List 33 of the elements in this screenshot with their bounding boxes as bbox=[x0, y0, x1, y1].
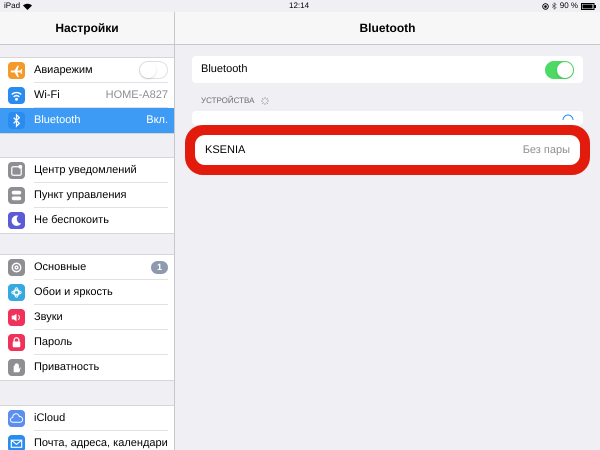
battery-percent: 90 % bbox=[560, 0, 578, 12]
item-label: Пункт управления bbox=[34, 188, 128, 203]
item-label: Обои и яркость bbox=[34, 284, 114, 300]
page-title: Bluetooth bbox=[360, 20, 416, 37]
device-name: iPad bbox=[4, 0, 20, 12]
item-value: HOME-A827 bbox=[106, 88, 168, 103]
item-label: iCloud bbox=[34, 410, 66, 426]
bluetooth-icon bbox=[552, 2, 557, 10]
item-label: Пароль bbox=[34, 334, 74, 350]
toggle-switch[interactable] bbox=[139, 61, 168, 79]
section-header: УСТРОЙСТВА bbox=[201, 95, 254, 107]
clock: 12:14 bbox=[289, 0, 310, 12]
item-label: Центр уведомлений bbox=[34, 162, 138, 178]
item-label: Wi-Fi bbox=[34, 88, 61, 103]
device-status: Без пары bbox=[522, 142, 570, 158]
device-name: KSENIA bbox=[205, 142, 246, 158]
wifi-icon bbox=[23, 2, 32, 10]
item-label: Bluetooth bbox=[34, 113, 82, 128]
item-label: Не беспокоить bbox=[34, 213, 110, 228]
item-label: Почта, адреса, календари bbox=[34, 436, 168, 450]
spinner-icon bbox=[260, 96, 270, 106]
sidebar-title: Настройки bbox=[55, 20, 119, 37]
item-label: Авиарежим bbox=[34, 62, 94, 78]
item-label: Приватность bbox=[34, 360, 100, 376]
lock-rotation-icon bbox=[542, 2, 549, 10]
battery-icon bbox=[581, 2, 596, 10]
item-value: Вкл. bbox=[146, 113, 168, 128]
count-badge: 1 bbox=[150, 260, 168, 274]
toggle-switch[interactable] bbox=[545, 60, 574, 78]
device-row[interactable]: KSENIA Без пары bbox=[195, 135, 580, 165]
item-label: Звуки bbox=[34, 310, 64, 325]
item-label: Основные bbox=[34, 260, 88, 275]
bluetooth-label: Bluetooth bbox=[201, 62, 248, 78]
